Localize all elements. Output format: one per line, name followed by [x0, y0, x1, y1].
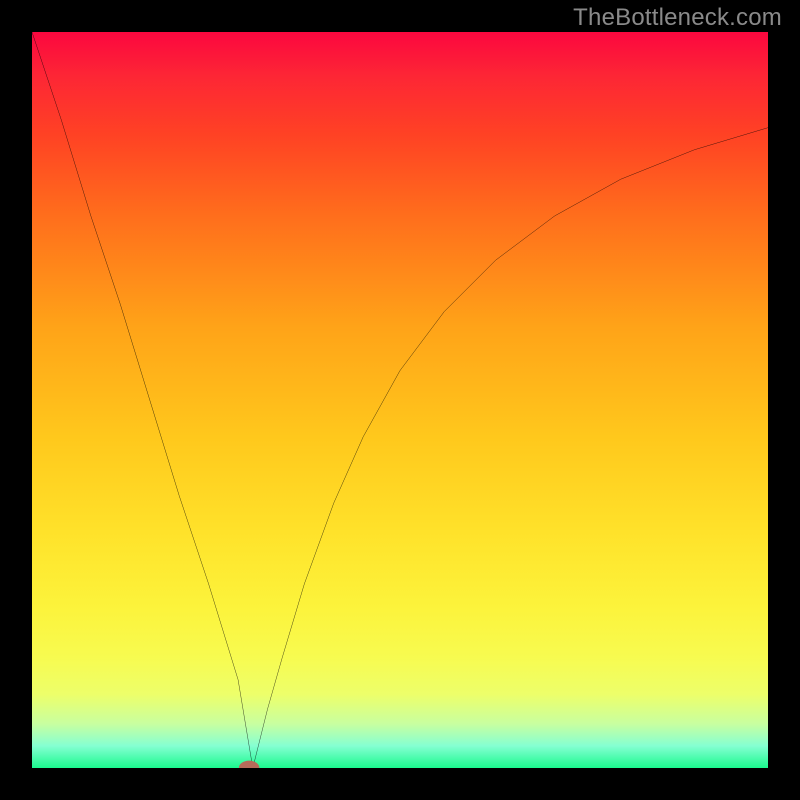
chart-frame: TheBottleneck.com: [0, 0, 800, 800]
watermark-text: TheBottleneck.com: [573, 4, 782, 32]
optimal-point-marker: [239, 761, 260, 768]
plot-area: [32, 32, 768, 768]
curve-svg: [32, 32, 768, 768]
bottleneck-curve-path: [32, 32, 768, 768]
